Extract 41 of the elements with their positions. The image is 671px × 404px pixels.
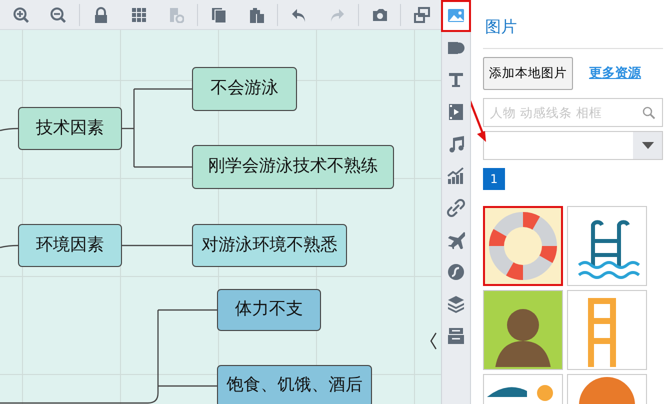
archive-box-icon [447, 327, 465, 345]
zoom-out-icon [50, 6, 66, 22]
camera-icon [372, 6, 388, 22]
music-note-icon [447, 135, 465, 153]
film-icon [447, 103, 465, 121]
lock-icon [93, 6, 110, 22]
shapes-icon [447, 39, 465, 57]
link-icon [447, 199, 465, 217]
caret-icon [642, 142, 654, 149]
panel-title: 图片 [483, 10, 663, 49]
subtopic-node[interactable]: 刚学会游泳技术不熟练 [192, 145, 394, 189]
zoom-in-icon [12, 6, 29, 22]
subtopic-node[interactable]: 体力不支 [217, 289, 321, 331]
page-number[interactable]: 1 [483, 168, 505, 190]
bar-chart-icon [447, 167, 465, 185]
text-icon [447, 71, 465, 89]
page-gear-icon [168, 6, 184, 22]
dropdown-field[interactable] [483, 130, 663, 160]
image-thumbnail[interactable] [483, 206, 563, 286]
connector-line [0, 128, 18, 132]
flash-icon [447, 263, 465, 281]
topic-node[interactable]: 技术因素 [18, 107, 122, 150]
search-input[interactable]: 人物 动感线条 相框 [483, 98, 663, 127]
redo-icon [328, 6, 345, 22]
layers-icon [447, 295, 465, 313]
grid-icon [130, 6, 147, 22]
image-tab[interactable] [441, 0, 471, 32]
topic-node[interactable]: 环境因素 [18, 224, 122, 267]
windows-icon [414, 6, 430, 22]
clipboard-icon [248, 6, 265, 22]
undo-icon [291, 6, 308, 22]
collapse-chevron-icon[interactable] [430, 332, 436, 350]
image-icon [447, 7, 465, 25]
subtopic-node[interactable]: 饱食、饥饿、酒后 [217, 365, 372, 404]
subtopic-node[interactable]: 不会游泳 [192, 67, 297, 111]
search-icon [642, 106, 656, 120]
copy-icon [210, 6, 227, 22]
airplane-icon [447, 231, 465, 249]
subtopic-node[interactable]: 对游泳环境不熟悉 [192, 224, 347, 267]
connector-line [0, 244, 18, 248]
add-local-image-button[interactable]: 添加本地图片 [483, 57, 573, 90]
